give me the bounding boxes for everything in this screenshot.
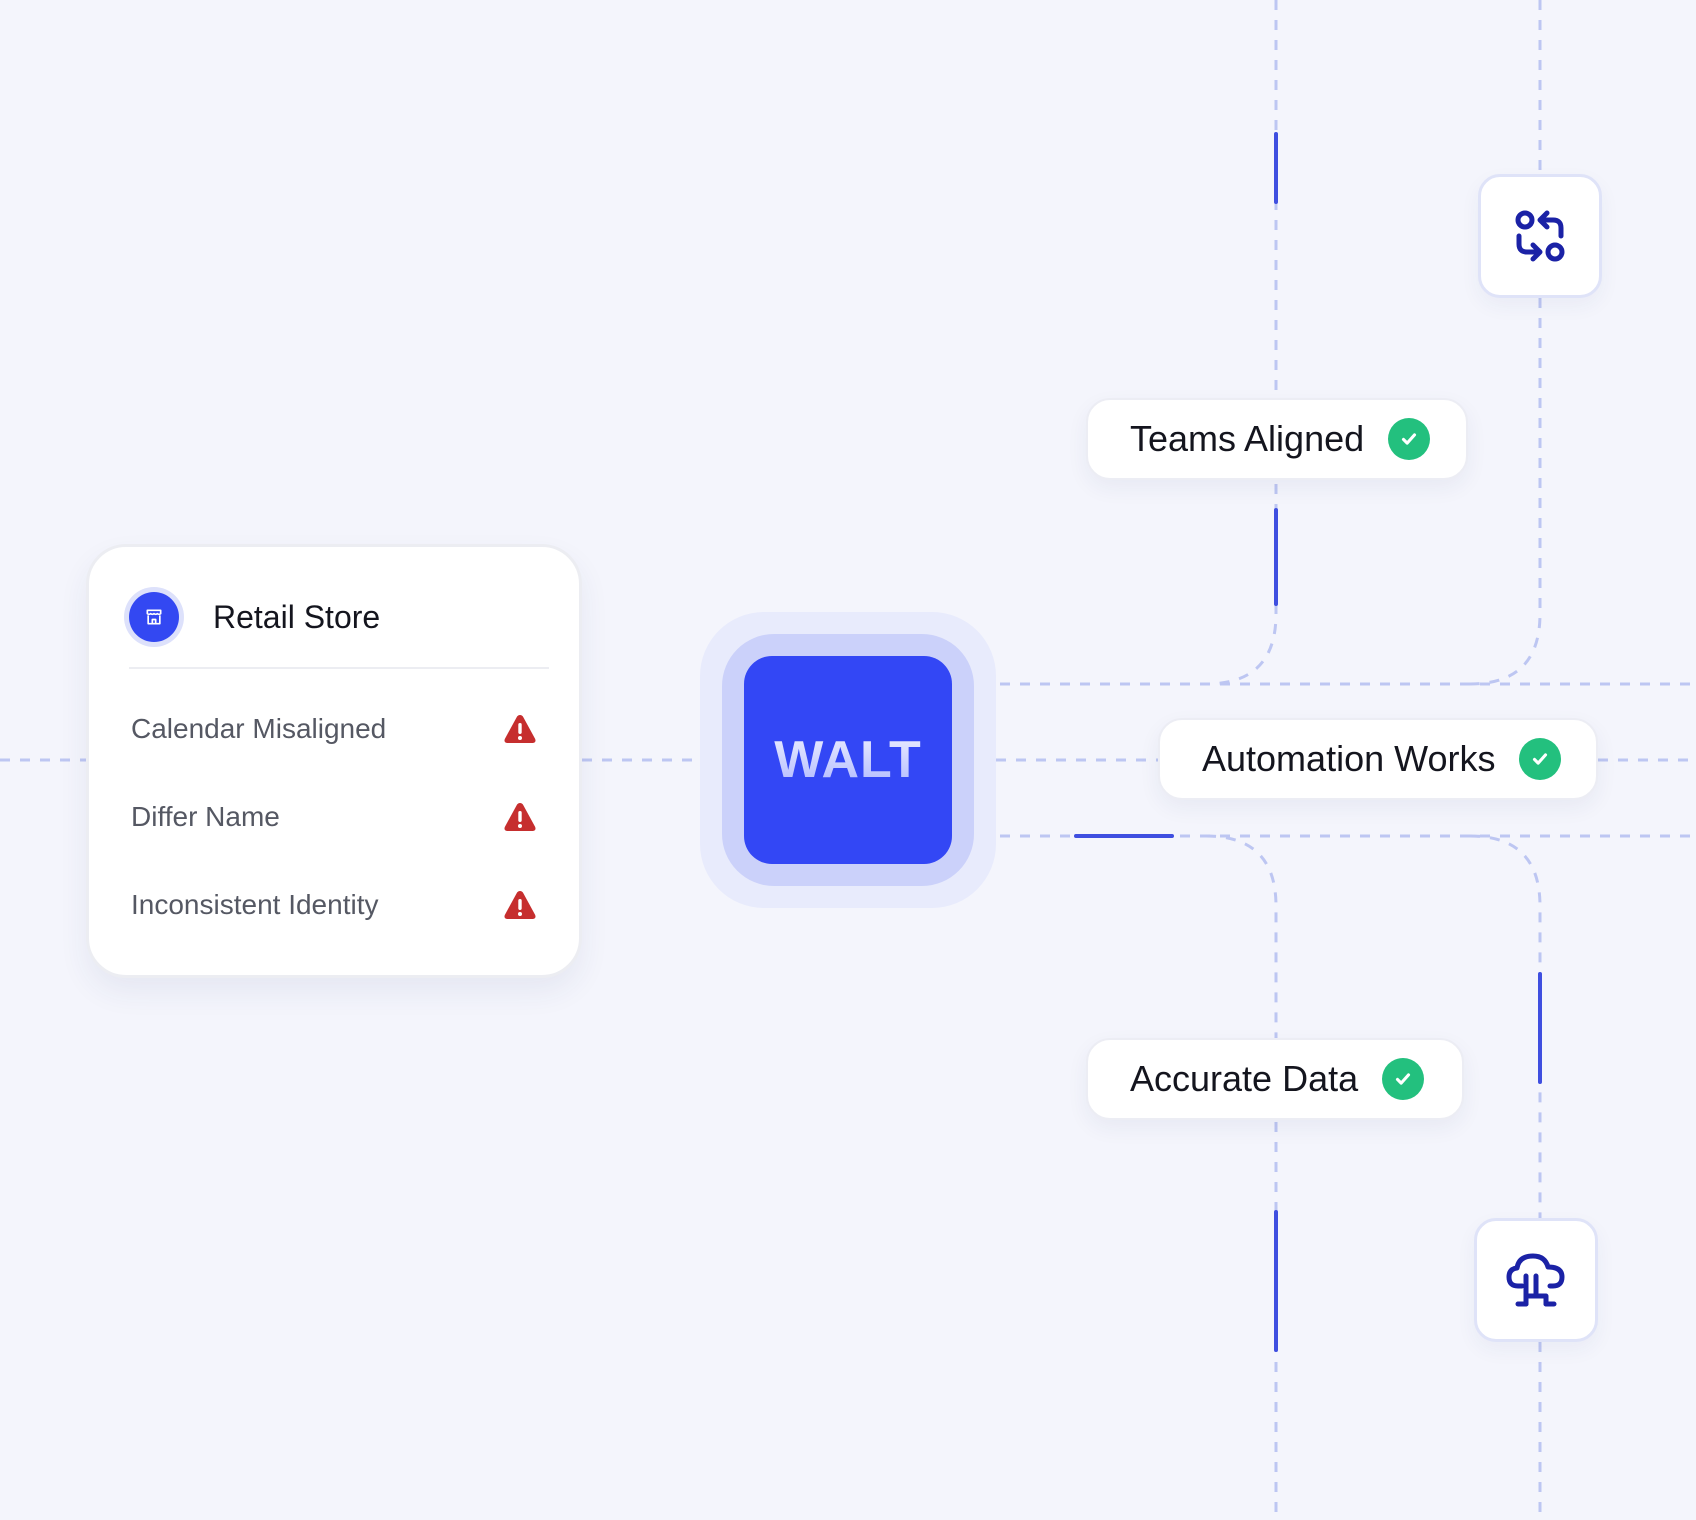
issue-row: Calendar Misaligned [131, 709, 537, 749]
connector-accurate-top [1205, 834, 1278, 1038]
hub-label: WALT [774, 731, 922, 789]
walt-hub: WALT [744, 656, 952, 864]
outcome-teams-aligned: Teams Aligned [1086, 398, 1468, 480]
integration-diagram: Retail Store Calendar Misaligned Differ … [0, 0, 1696, 1520]
sync-arrows-icon [1515, 210, 1565, 262]
connector-sync-bottom [1469, 298, 1542, 686]
outcome-label: Accurate Data [1130, 1058, 1359, 1099]
card-title: Retail Store [213, 598, 381, 635]
issue-row: Differ Name [131, 797, 537, 837]
card-divider [129, 667, 549, 669]
issue-row: Inconsistent Identity [131, 885, 537, 925]
card-header: Retail Store [129, 589, 380, 645]
outcome-label: Teams Aligned [1130, 418, 1365, 459]
cloud-tile [1474, 1218, 1598, 1342]
outcome-accurate-data: Accurate Data [1086, 1038, 1464, 1120]
sync-tile [1478, 174, 1602, 298]
warning-icon [504, 891, 536, 919]
connector-teams-bottom [1205, 484, 1278, 686]
outcome-automation-works: Automation Works [1158, 718, 1598, 800]
retail-store-card: Retail Store Calendar Misaligned Differ … [86, 544, 582, 978]
warning-icon [504, 803, 536, 831]
connector-cloud-top [1469, 834, 1542, 1218]
issue-label: Calendar Misaligned [131, 713, 387, 744]
store-icon [129, 592, 179, 642]
warning-icon [504, 715, 536, 743]
issue-label: Differ Name [131, 801, 280, 832]
outcome-label: Automation Works [1202, 738, 1496, 779]
check-icon [1519, 738, 1562, 780]
issue-label: Inconsistent Identity [131, 889, 379, 920]
cloud-network-icon [1506, 1253, 1565, 1307]
check-icon [1382, 1058, 1425, 1100]
check-icon [1388, 418, 1431, 460]
